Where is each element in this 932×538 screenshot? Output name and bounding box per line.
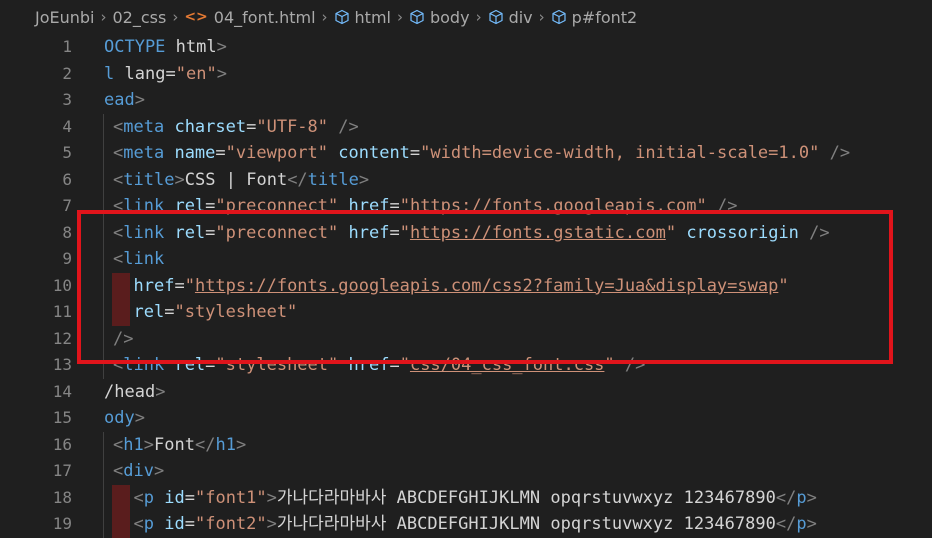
breadcrumb-item[interactable]: body — [409, 8, 470, 27]
code-line[interactable]: 15 ody> — [0, 405, 932, 432]
line-number: 2 — [62, 63, 72, 83]
line-number: 1 — [62, 37, 72, 56]
code-line[interactable]: 2 l lang="en"> — [0, 61, 932, 88]
breadcrumb-label: html — [354, 7, 391, 27]
code-line[interactable]: 18 <p id="font1">가나다라마바사 ABCDEFGHIJKLMN … — [0, 484, 932, 511]
line-number: 8 — [62, 222, 72, 242]
cube-icon — [334, 9, 350, 25]
line-number: 7 — [62, 196, 72, 215]
chevron-right-icon: › — [172, 8, 179, 26]
line-number: 18 — [52, 487, 72, 507]
code-line[interactable]: 5 <meta name="viewport" content="width=de… — [0, 140, 932, 167]
cube-icon — [409, 9, 425, 25]
line-number: 4 — [62, 116, 72, 136]
line-number: 12 — [52, 328, 72, 348]
code-line[interactable]: 17 <div> — [0, 458, 932, 485]
line-number: 5 — [62, 143, 72, 162]
line-number: 3 — [62, 90, 72, 109]
breadcrumb-item[interactable]: div — [488, 8, 533, 27]
line-number: 15 — [52, 408, 72, 427]
line-number: 16 — [52, 434, 72, 454]
line-number: 14 — [52, 381, 72, 401]
code-text: OCTYPE html> — [104, 37, 227, 57]
breadcrumb-label: 04_font.html — [213, 7, 316, 27]
code-line[interactable]: 6 <title>CSS | Font</title> — [0, 167, 932, 194]
chevron-right-icon: › — [396, 8, 403, 26]
breadcrumb-label: p#font2 — [571, 7, 638, 27]
highlight-annotation-box — [77, 210, 893, 364]
line-number: 10 — [52, 275, 72, 295]
code-line[interactable]: 14/head> — [0, 379, 932, 406]
html-file-icon: <> — [184, 9, 208, 25]
breadcrumb-item[interactable]: <> 04_font.html — [184, 8, 315, 27]
line-number: 17 — [52, 461, 72, 480]
chevron-right-icon: › — [100, 8, 107, 26]
code-line[interactable]: 4 <meta charset="UTF-8" /> — [0, 114, 932, 141]
breadcrumb-item[interactable]: html — [334, 8, 391, 27]
breadcrumb-label: 02_css — [112, 7, 167, 27]
breadcrumb-label: div — [508, 7, 533, 27]
line-number: 9 — [62, 249, 72, 268]
line-number: 11 — [52, 302, 72, 321]
line-number: 13 — [52, 355, 72, 374]
line-number: 6 — [62, 169, 72, 189]
code-text: <meta charset="UTF-8" /> — [113, 116, 359, 137]
chevron-right-icon: › — [538, 8, 545, 26]
code-text: /head> — [104, 381, 166, 402]
code-line[interactable]: 3 ead> — [0, 87, 932, 114]
code-line[interactable]: 1 OCTYPE html> — [0, 34, 932, 61]
code-text: <div> — [113, 461, 165, 481]
breadcrumb-label: body — [429, 7, 470, 27]
code-editor[interactable]: 1 OCTYPE html> 2 l lang="en"> 3 ead> 4 <meta ch… — [0, 34, 932, 538]
code-line[interactable]: 16 <h1>Font</h1> — [0, 432, 932, 459]
cube-icon — [488, 9, 504, 25]
breadcrumb-item[interactable]: p#font2 — [551, 7, 638, 27]
breadcrumb-label: JoEunbi — [35, 7, 95, 27]
code-text: <meta name="viewport" content="width=dev… — [113, 143, 851, 163]
breadcrumb-item[interactable]: 02_css — [113, 8, 167, 27]
breadcrumb-item[interactable]: JoEunbi — [35, 8, 95, 27]
code-line[interactable]: 19 <p id="font2">가나다라마바사 ABCDEFGHIJKLMN … — [0, 511, 932, 538]
code-text: l lang="en"> — [104, 63, 227, 84]
code-text: <p id="font1">가나다라마바사 ABCDEFGHIJKLMN opq… — [133, 487, 817, 508]
cube-icon — [551, 9, 567, 25]
breadcrumb: JoEunbi › 02_css › <> 04_font.html › html › body ›… — [0, 0, 932, 34]
line-number: 19 — [52, 514, 72, 533]
code-text: <h1>Font</h1> — [113, 434, 247, 455]
code-text: <title>CSS | Font</title> — [113, 169, 370, 190]
code-text: ead> — [104, 90, 145, 110]
chevron-right-icon: › — [475, 8, 482, 26]
code-text: ody> — [104, 408, 145, 428]
code-text: <p id="font2">가나다라마바사 ABCDEFGHIJKLMN opq… — [133, 514, 817, 534]
chevron-right-icon: › — [321, 8, 328, 26]
